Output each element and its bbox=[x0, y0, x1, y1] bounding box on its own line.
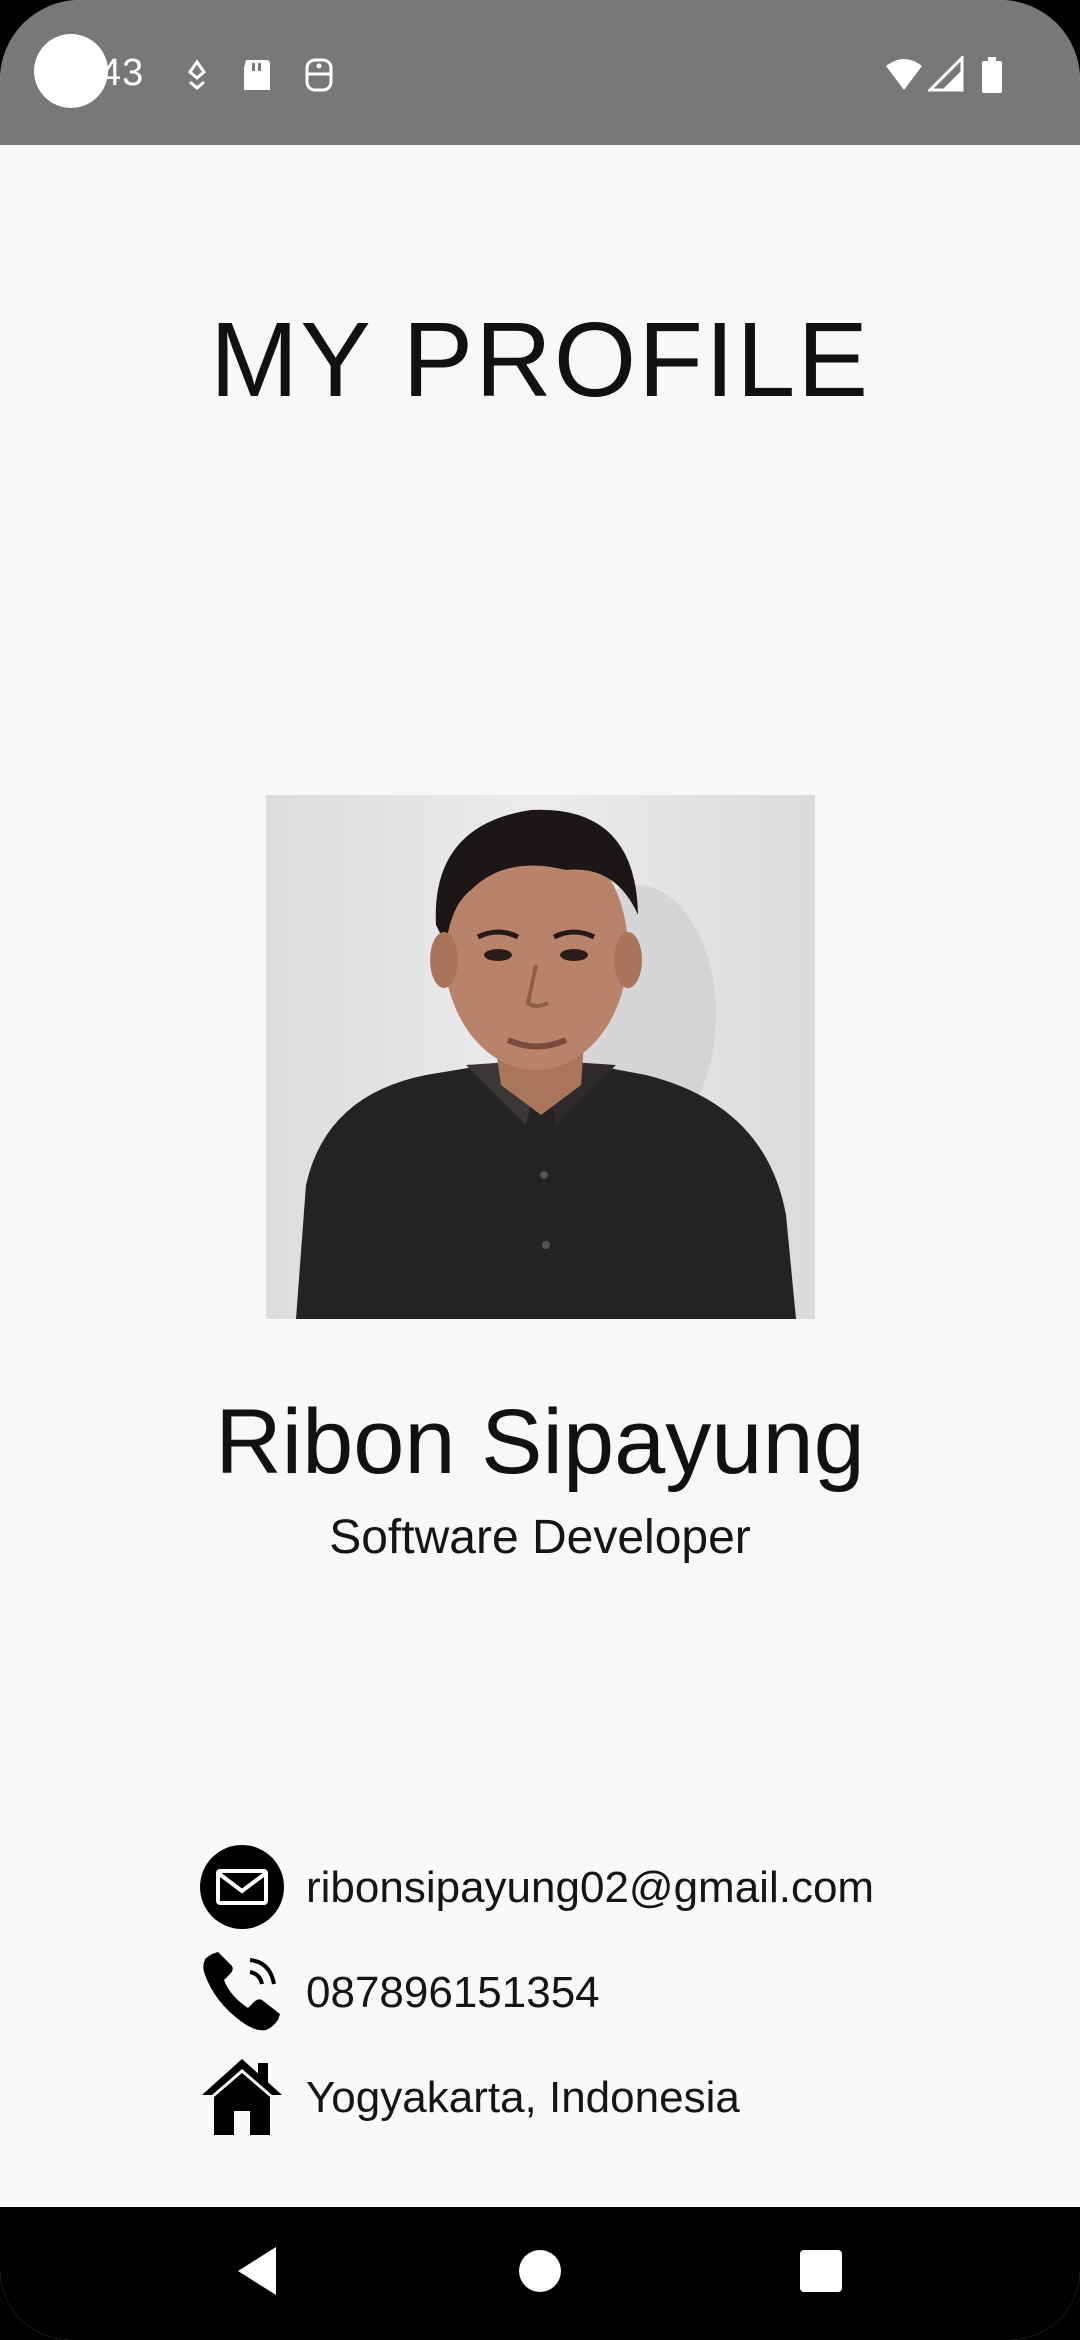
home-button[interactable] bbox=[510, 2241, 570, 2301]
signal-icon bbox=[928, 56, 964, 92]
page-title: MY PROFILE bbox=[209, 301, 871, 419]
contact-email: ribonsipayung02@gmail.com bbox=[306, 1863, 875, 1912]
contact-card: ribonsipayung02@gmail.com 087896151354 Y… bbox=[156, 1805, 926, 2205]
profile-photo bbox=[266, 795, 815, 1319]
wifi-icon bbox=[886, 59, 922, 90]
status-time: 43 bbox=[100, 52, 145, 94]
contact-address: Yogyakarta, Indonesia bbox=[306, 2073, 740, 2122]
navigation-bar bbox=[0, 2207, 1080, 2340]
contact-email-row[interactable]: ribonsipayung02@gmail.com bbox=[200, 1845, 900, 1929]
recents-button[interactable] bbox=[791, 2241, 851, 2301]
phone-icon bbox=[203, 1952, 280, 2031]
profile-name: Ribon Sipayung bbox=[215, 1391, 865, 1493]
notification-icon bbox=[187, 59, 207, 90]
battery-icon bbox=[982, 57, 1002, 93]
sd-card-icon bbox=[244, 60, 270, 90]
contact-phone-row[interactable]: 087896151354 bbox=[200, 1950, 900, 2034]
app-screen: 43 MY PROFILE Ribon Sipayung Software De… bbox=[0, 0, 1080, 2340]
status-bar: 43 bbox=[0, 0, 1080, 145]
contact-address-row[interactable]: Yogyakarta, Indonesia bbox=[200, 2055, 900, 2139]
email-icon bbox=[200, 1845, 284, 1929]
profile-role: Software Developer bbox=[329, 1511, 751, 1564]
contact-phone: 087896151354 bbox=[306, 1968, 600, 2017]
back-button[interactable] bbox=[226, 2241, 286, 2301]
data-saver-icon bbox=[305, 58, 333, 92]
home-icon bbox=[202, 2059, 282, 2135]
camera-cutout bbox=[34, 34, 108, 108]
